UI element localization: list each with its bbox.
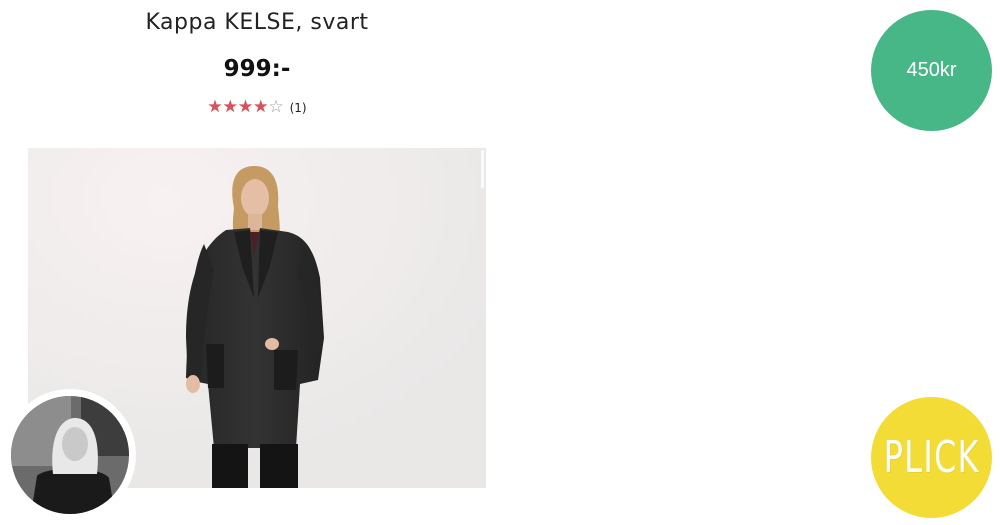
app-page: Kappa KELSE, svart 999:- ☆☆☆☆☆ ★★★★★ (1) — [0, 0, 1000, 525]
product-rating[interactable]: ☆☆☆☆☆ ★★★★★ (1) — [28, 99, 486, 116]
review-count[interactable]: (1) — [290, 101, 307, 115]
seller-avatar-photo — [11, 396, 129, 514]
product-title: Kappa KELSE, svart — [145, 10, 369, 35]
seller-portrait — [11, 396, 129, 514]
product-price: 999:- — [223, 56, 291, 82]
listing-price-bubble: 450kr — [871, 10, 992, 131]
star-filled-icons: ★★★★★ — [207, 99, 269, 116]
plick-button[interactable]: PLICK — [871, 397, 992, 518]
plick-button-label: PLICK — [883, 432, 980, 483]
image-scroll-indicator[interactable] — [481, 150, 484, 188]
seller-avatar[interactable] — [4, 389, 136, 521]
rating-stars: ☆☆☆☆☆ ★★★★★ — [207, 99, 283, 116]
